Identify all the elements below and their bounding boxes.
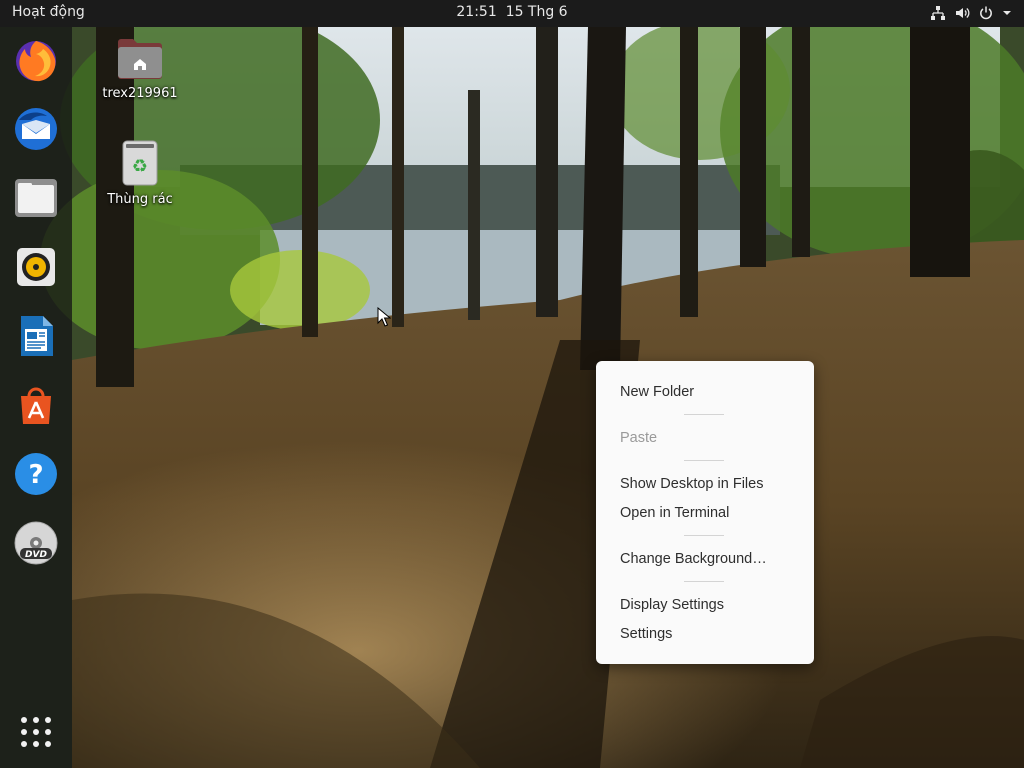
trash-label: Thùng rác <box>107 192 173 207</box>
svg-text:♻: ♻ <box>132 156 148 177</box>
menu-item-change-background[interactable]: Change Background… <box>620 548 767 570</box>
dvd-icon[interactable]: DVD <box>12 519 60 567</box>
chevron-down-icon <box>1002 5 1012 21</box>
clock-time: 21:51 <box>456 4 497 20</box>
menu-item-settings[interactable]: Settings <box>620 623 672 645</box>
clock-button[interactable]: 21:51 15 Thg 6 <box>456 4 567 20</box>
power-icon <box>978 5 994 21</box>
svg-text:DVD: DVD <box>25 550 47 560</box>
app-center-icon[interactable] <box>12 381 60 429</box>
menu-item-new-folder[interactable]: New Folder <box>620 381 694 403</box>
menu-item-open-in-terminal[interactable]: Open in Terminal <box>620 502 729 524</box>
network-icon <box>930 5 946 21</box>
rhythmbox-icon[interactable] <box>12 243 60 291</box>
desktop-trash[interactable]: ♻ Thùng rác <box>85 140 195 207</box>
menu-item-show-desktop-in-files[interactable]: Show Desktop in Files <box>620 473 763 495</box>
menu-item-paste: Paste <box>620 430 658 446</box>
menu-separator <box>684 535 724 536</box>
help-icon[interactable]: ? <box>12 450 60 498</box>
desktop-context-menu: New Folder Paste Show Desktop in Files O… <box>596 361 814 664</box>
thunderbird-icon[interactable] <box>12 105 60 153</box>
libreoffice-writer-icon[interactable] <box>12 312 60 360</box>
top-bar: Hoạt động 21:51 15 Thg 6 <box>0 0 1024 27</box>
system-menu[interactable] <box>930 5 1012 21</box>
menu-separator <box>684 460 724 461</box>
desktop-wallpaper <box>0 0 1024 768</box>
dock: ? DVD <box>0 27 72 768</box>
clock: 21:51 15 Thg 6 <box>0 4 1024 20</box>
menu-item-display-settings[interactable]: Display Settings <box>620 594 724 616</box>
svg-text:?: ? <box>28 460 43 490</box>
menu-separator <box>684 581 724 582</box>
menu-separator <box>684 414 724 415</box>
firefox-icon[interactable] <box>12 36 60 84</box>
home-folder-icon <box>118 39 162 79</box>
mouse-pointer-icon <box>377 307 391 327</box>
activities-button[interactable]: Hoạt động <box>12 4 85 20</box>
clock-date: 15 Thg 6 <box>505 4 568 20</box>
desktop-home-folder[interactable]: trex219961 <box>85 36 195 101</box>
trash-icon: ♻ <box>122 140 158 186</box>
show-apps-icon[interactable] <box>12 708 60 756</box>
home-folder-label: trex219961 <box>102 86 178 101</box>
volume-icon <box>954 5 970 21</box>
files-icon[interactable] <box>12 174 60 222</box>
